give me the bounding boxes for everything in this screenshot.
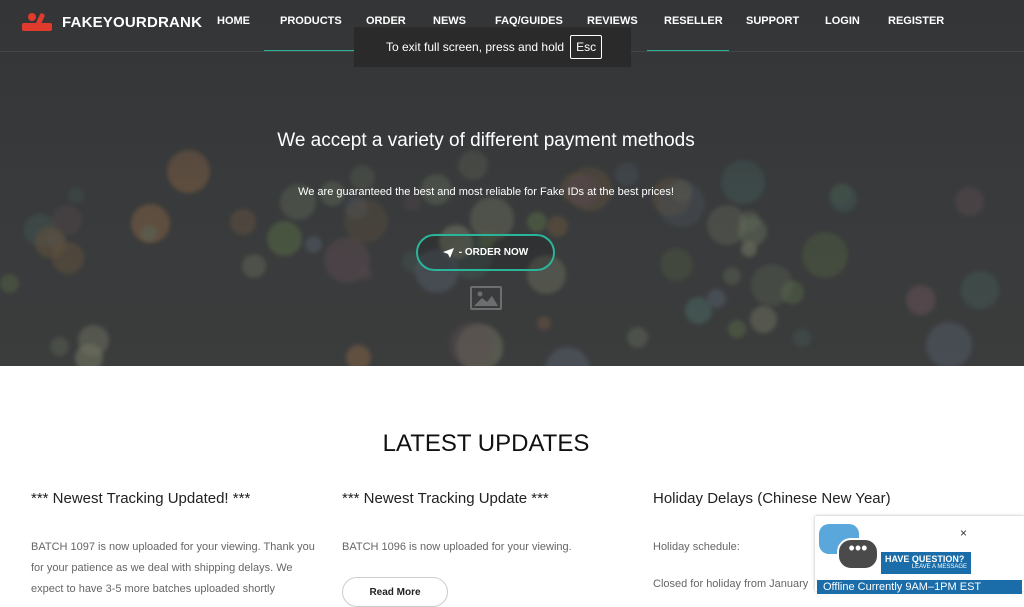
nav-active-underline: [647, 50, 729, 51]
paper-plane-icon: [442, 247, 454, 258]
nav-products[interactable]: PRODUCTS: [280, 15, 342, 27]
chat-question-label: HAVE QUESTION?: [885, 554, 965, 564]
broken-image-icon: [470, 286, 502, 310]
nav-faq-guides[interactable]: FAQ/GUIDES: [495, 15, 563, 27]
latest-updates-heading: LATEST UPDATES: [382, 430, 590, 457]
toast-text: To exit full screen, press and hold: [386, 40, 565, 54]
close-icon[interactable]: ×: [960, 526, 967, 540]
brand-name: FAKEYOURDRANK: [62, 13, 203, 31]
nav-home[interactable]: HOME: [217, 15, 250, 27]
post-title[interactable]: *** Newest Tracking Updated! ***: [31, 490, 321, 507]
hero-section: FAKEYOURDRANK HOME PRODUCTS ORDER NEWS F…: [0, 0, 1024, 366]
chat-leave-message-label: LEAVE A MESSAGE: [911, 564, 967, 570]
order-now-button[interactable]: - ORDER NOW: [416, 234, 555, 271]
nav-reviews[interactable]: REVIEWS: [587, 15, 638, 27]
live-chat-widget[interactable]: × ••• HAVE QUESTION? LEAVE A MESSAGE Off…: [815, 516, 1024, 594]
post-title[interactable]: *** Newest Tracking Update ***: [342, 490, 632, 507]
nav-register[interactable]: REGISTER: [888, 15, 944, 27]
read-more-button[interactable]: Read More: [342, 577, 448, 607]
esc-key-hint: Esc: [570, 35, 603, 59]
chat-status-bar[interactable]: Offline Currently 9AM–1PM EST: [817, 580, 1022, 594]
nav-active-underline: [264, 50, 354, 51]
post-title[interactable]: Holiday Delays (Chinese New Year): [653, 490, 943, 507]
post-excerpt: BATCH 1096 is now uploaded for your view…: [342, 541, 572, 553]
nav-news[interactable]: NEWS: [433, 15, 466, 27]
fullscreen-exit-toast: To exit full screen, press and hold Esc: [354, 27, 631, 67]
nav-support[interactable]: SUPPORT: [746, 15, 799, 27]
nav-order[interactable]: ORDER: [366, 15, 406, 27]
hero-title: We accept a variety of different payment…: [277, 130, 695, 151]
nav-login[interactable]: LOGIN: [825, 15, 860, 27]
brand[interactable]: FAKEYOURDRANK: [20, 9, 202, 35]
chat-dots-icon: •••: [837, 538, 879, 570]
hero-subtitle: We are guaranteed the best and most reli…: [298, 186, 674, 198]
update-post: *** Newest Tracking Update *** BATCH 109…: [342, 490, 632, 558]
brand-logo-icon: [20, 9, 56, 35]
update-post: *** Newest Tracking Updated! *** BATCH 1…: [31, 490, 321, 600]
chat-banner[interactable]: HAVE QUESTION? LEAVE A MESSAGE: [881, 552, 971, 574]
order-now-label: - ORDER NOW: [458, 247, 529, 258]
nav-reseller[interactable]: RESELLER: [664, 15, 723, 27]
